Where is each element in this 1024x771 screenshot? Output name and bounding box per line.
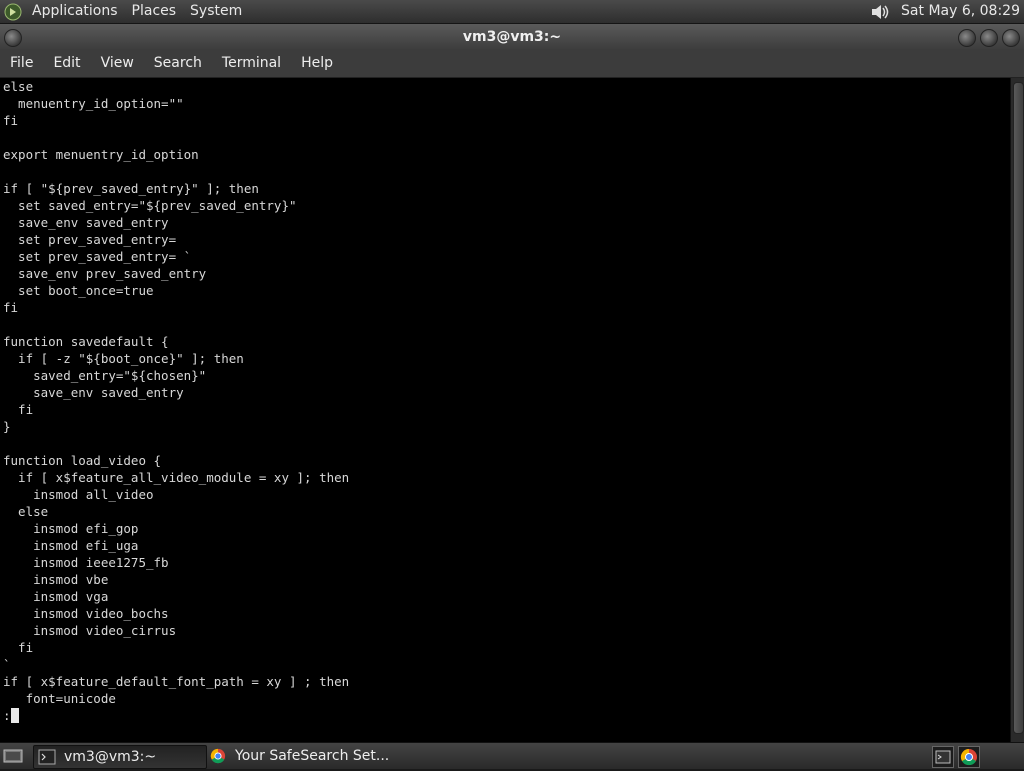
top-panel-status: Sat May 6, 08:29	[869, 0, 1020, 23]
terminal-line: saved_entry="${chosen}"	[3, 368, 207, 383]
bottom-panel: vm3@vm3:~ Your SafeSearch Set...	[0, 742, 1024, 769]
close-button[interactable]	[1002, 29, 1020, 47]
maximize-button[interactable]	[980, 29, 998, 47]
terminal-line: set saved_entry="${prev_saved_entry}"	[3, 198, 297, 213]
volume-icon[interactable]	[869, 3, 891, 21]
menu-help[interactable]: Help	[291, 50, 343, 77]
terminal-output: else menuentry_id_option=""fi export menu…	[0, 78, 1010, 724]
terminal-line: insmod ieee1275_fb	[3, 555, 169, 570]
terminal-line: if [ -z "${boot_once}" ]; then	[3, 351, 244, 366]
terminal-line: else	[3, 504, 49, 519]
taskbar-item-label: Your SafeSearch Set...	[235, 748, 390, 764]
clock[interactable]: Sat May 6, 08:29	[901, 0, 1020, 23]
terminal-line: set boot_once=true	[3, 283, 154, 298]
taskbar-item-chrome[interactable]: Your SafeSearch Set...	[205, 745, 409, 767]
terminal-line: insmod efi_uga	[3, 538, 139, 553]
terminal-line: insmod efi_gop	[3, 521, 139, 536]
menu-file[interactable]: File	[0, 50, 43, 77]
terminal-tray-icon[interactable]	[932, 746, 954, 768]
window-title: vm3@vm3:~	[462, 29, 562, 45]
minimize-button[interactable]	[958, 29, 976, 47]
terminal-line: save_env prev_saved_entry	[3, 266, 207, 281]
terminal-line: fi	[3, 300, 19, 315]
menu-search[interactable]: Search	[144, 50, 212, 77]
show-desktop-icon[interactable]	[3, 747, 23, 765]
terminal-line: menuentry_id_option=""	[3, 96, 184, 111]
terminal-line: if [ x$feature_default_font_path = xy ] …	[3, 674, 350, 689]
terminal-line: save_env saved_entry	[3, 215, 169, 230]
menu-view[interactable]: View	[91, 50, 144, 77]
gnome-foot-icon[interactable]	[4, 3, 22, 21]
terminal-line: if [ x$feature_all_video_module = xy ]; …	[3, 470, 350, 485]
terminal-line: insmod vga	[3, 589, 109, 604]
chrome-tray-icon[interactable]	[958, 746, 980, 768]
menu-edit[interactable]: Edit	[43, 50, 90, 77]
terminal-prompt: :	[3, 708, 11, 723]
applications-menu[interactable]: Applications	[32, 0, 118, 23]
terminal-line: insmod vbe	[3, 572, 109, 587]
taskbar-item-label: vm3@vm3:~	[64, 749, 157, 765]
terminal-line: set prev_saved_entry= `	[3, 249, 192, 264]
terminal-line: fi	[3, 402, 34, 417]
terminal-line: function savedefault {	[3, 334, 169, 349]
terminal-line: insmod video_bochs	[3, 606, 169, 621]
system-tray	[928, 746, 980, 768]
taskbar-item-terminal[interactable]: vm3@vm3:~	[33, 745, 207, 769]
terminal-line: set prev_saved_entry=	[3, 232, 177, 247]
terminal-line: else	[3, 79, 34, 94]
terminal-line: }	[3, 419, 11, 434]
menu-terminal[interactable]: Terminal	[212, 50, 291, 77]
terminal-prompt-line[interactable]: :	[3, 707, 1010, 724]
terminal-line: insmod video_cirrus	[3, 623, 177, 638]
terminal-line: fi	[3, 640, 34, 655]
system-menu[interactable]: System	[190, 0, 242, 23]
terminal-scrollbar[interactable]	[1010, 78, 1024, 742]
terminal-line: function load_video {	[3, 453, 162, 468]
menubar: File Edit View Search Terminal Help	[0, 50, 1024, 78]
scrollbar-thumb[interactable]	[1013, 82, 1024, 734]
places-menu[interactable]: Places	[132, 0, 177, 23]
terminal-line: `	[3, 657, 11, 672]
terminal-line: if [ "${prev_saved_entry}" ]; then	[3, 181, 259, 196]
terminal-icon	[38, 749, 56, 765]
chrome-icon	[210, 748, 226, 764]
top-panel: Applications Places System Sat May 6, 08…	[0, 0, 1024, 24]
window-titlebar[interactable]: vm3@vm3:~	[0, 24, 1024, 50]
top-panel-menus: Applications Places System	[4, 0, 256, 23]
terminal-line: insmod all_video	[3, 487, 154, 502]
terminal-cursor	[10, 708, 19, 723]
terminal-line: font=unicode	[3, 691, 116, 706]
terminal-line: export menuentry_id_option	[3, 147, 199, 162]
terminal-line: save_env saved_entry	[3, 385, 184, 400]
terminal-view[interactable]: else menuentry_id_option=""fi export menu…	[0, 78, 1010, 742]
terminal-line: fi	[3, 113, 19, 128]
